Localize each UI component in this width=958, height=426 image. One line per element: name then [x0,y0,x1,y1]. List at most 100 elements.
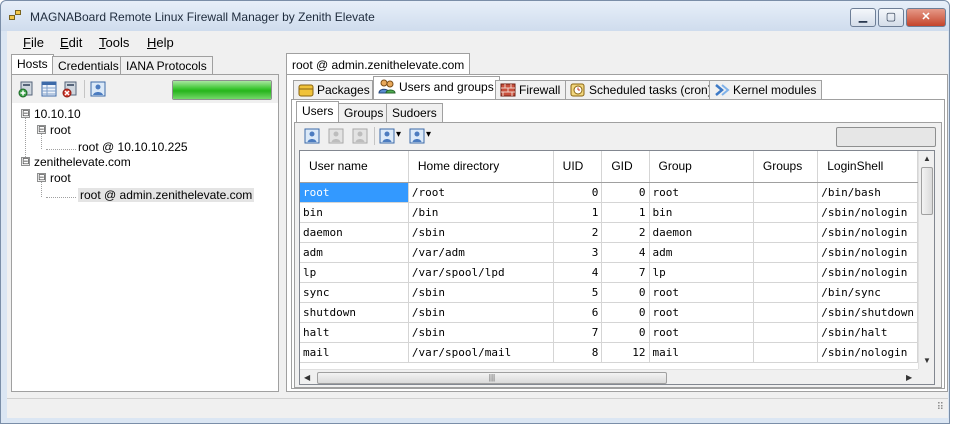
picture-icon[interactable] [89,80,107,98]
table-cell[interactable]: daemon [300,222,409,243]
table-cell[interactable]: /sbin/nologin [817,222,918,243]
table-cell[interactable]: 0 [553,182,603,203]
table-cell[interactable]: /sbin [408,222,554,243]
table-row[interactable]: halt/sbin 7 0 root/sbin/halt [300,322,918,343]
table-cell[interactable]: mail [649,342,754,363]
tree-node-user[interactable]: root [50,123,71,137]
close-button[interactable]: ✕ [906,8,946,27]
table-cell[interactable]: 4 [553,262,603,283]
column-header[interactable]: Groups [753,151,819,183]
table-cell[interactable]: /bin/bash [817,182,918,203]
table-cell[interactable]: /root [408,182,554,203]
column-header[interactable]: Home directory [408,151,554,183]
table-cell[interactable]: adm [649,242,754,263]
scroll-down-arrow[interactable]: ▼ [923,356,931,365]
table-cell[interactable]: 2 [601,222,650,243]
table-cell[interactable] [753,182,819,203]
table-cell[interactable]: /sbin/nologin [817,242,918,263]
remove-host-icon[interactable] [62,80,80,98]
column-header[interactable]: GID [601,151,650,183]
tree-node-domain[interactable]: 10.10.10 [34,107,81,121]
table-cell[interactable]: /sbin [408,282,554,303]
table-row[interactable]: bin/bin 1 1 bin/sbin/nologin [300,202,918,223]
table-cell[interactable]: /bin [408,202,554,223]
tree-node-domain[interactable]: zenithelevate.com [34,155,131,169]
table-cell[interactable]: root [649,302,754,323]
table-cell[interactable]: 2 [553,222,603,243]
table-cell[interactable] [753,282,819,303]
menu-file[interactable]: File [23,35,44,50]
table-cell[interactable]: lp [649,262,754,283]
tab-session[interactable]: root @ admin.zenithelevate.com [286,53,471,75]
tab-scheduled-tasks[interactable]: Scheduled tasks (cron) [565,80,718,99]
table-cell[interactable]: bin [649,202,754,223]
scroll-left-arrow[interactable]: ◀ [304,373,310,382]
vertical-scrollbar[interactable]: ▲ ▼ [918,151,934,369]
table-cell[interactable]: /sbin/halt [817,322,918,343]
table-cell[interactable] [753,342,819,363]
table-row[interactable]: adm/var/adm 3 4 adm/sbin/nologin [300,242,918,263]
table-cell[interactable]: root [649,282,754,303]
table-cell[interactable]: /sbin/nologin [817,202,918,223]
tab-groups[interactable]: Groups [338,103,390,122]
table-cell[interactable]: 4 [601,242,650,263]
column-header[interactable]: UID [553,151,603,183]
table-cell[interactable]: 0 [601,182,650,203]
tree-node-user[interactable]: root [50,171,71,185]
tab-iana-protocols[interactable]: IANA Protocols [120,56,213,75]
table-row[interactable]: sync/sbin 5 0 root/bin/sync [300,282,918,303]
export-dropdown[interactable]: ▾ [409,128,439,144]
table-cell[interactable]: 5 [553,282,603,303]
table-cell[interactable]: 7 [553,322,603,343]
table-cell[interactable]: /var/adm [408,242,554,263]
tab-kernel-modules[interactable]: Kernel modules [709,80,823,99]
table-cell[interactable] [753,222,819,243]
table-cell[interactable]: 1 [553,202,603,223]
horizontal-scrollbar[interactable]: ◀ ||| ▶ [300,369,918,384]
table-cell[interactable]: 0 [601,302,650,323]
tree-expander[interactable]: ⊟ [21,157,30,166]
add-host-icon[interactable] [18,80,36,98]
tab-hosts[interactable]: Hosts [11,54,54,75]
table-cell[interactable]: /sbin/nologin [817,342,918,363]
table-cell[interactable]: root [649,322,754,343]
table-cell[interactable] [753,242,819,263]
table-cell[interactable] [753,322,819,343]
table-row[interactable]: root/root 0 0 root/bin/bash [300,182,918,203]
tab-packages[interactable]: Packages [293,80,373,99]
table-cell[interactable]: bin [300,202,409,223]
table-cell[interactable]: 0 [601,282,650,303]
tab-firewall[interactable]: Firewall [495,80,567,99]
table-cell[interactable]: mail [300,342,409,363]
title-bar[interactable]: MAGNABoard Remote Linux Firewall Manager… [1,1,949,31]
table-cell[interactable]: root [649,182,754,203]
table-row[interactable]: mail/var/spool/mail 8 12 mail/sbin/nologin [300,342,918,363]
table-cell[interactable] [753,302,819,323]
table-cell[interactable]: 7 [601,262,650,283]
user-actions-dropdown[interactable]: ▾ [379,128,409,144]
table-cell[interactable]: /sbin/shutdown [817,302,918,323]
table-cell[interactable]: /sbin [408,322,554,343]
tree-expander[interactable]: ⊟ [37,125,46,134]
column-header[interactable]: User name [300,151,409,183]
tab-users-and-groups[interactable]: Users and groups [373,76,500,99]
add-user-icon[interactable] [304,128,320,144]
table-cell[interactable]: 8 [553,342,603,363]
table-cell[interactable]: lp [300,262,409,283]
column-header[interactable]: Group [649,151,754,183]
table-cell[interactable]: shutdown [300,302,409,323]
menu-tools[interactable]: Tools [99,35,129,50]
table-cell[interactable] [753,262,819,283]
table-cell[interactable]: /sbin/nologin [817,262,918,283]
vertical-scroll-thumb[interactable] [921,167,933,215]
table-row[interactable]: daemon/sbin 2 2 daemon/sbin/nologin [300,222,918,243]
table-cell[interactable]: /var/spool/mail [408,342,554,363]
table-cell[interactable]: root [300,182,409,203]
tree-expander[interactable]: ⊟ [37,173,46,182]
menu-edit[interactable]: Edit [60,35,82,50]
tab-sudoers[interactable]: Sudoers [386,103,443,122]
table-cell[interactable]: halt [300,322,409,343]
table-cell[interactable]: 6 [553,302,603,323]
table-cell[interactable]: 12 [601,342,650,363]
table-cell[interactable]: sync [300,282,409,303]
